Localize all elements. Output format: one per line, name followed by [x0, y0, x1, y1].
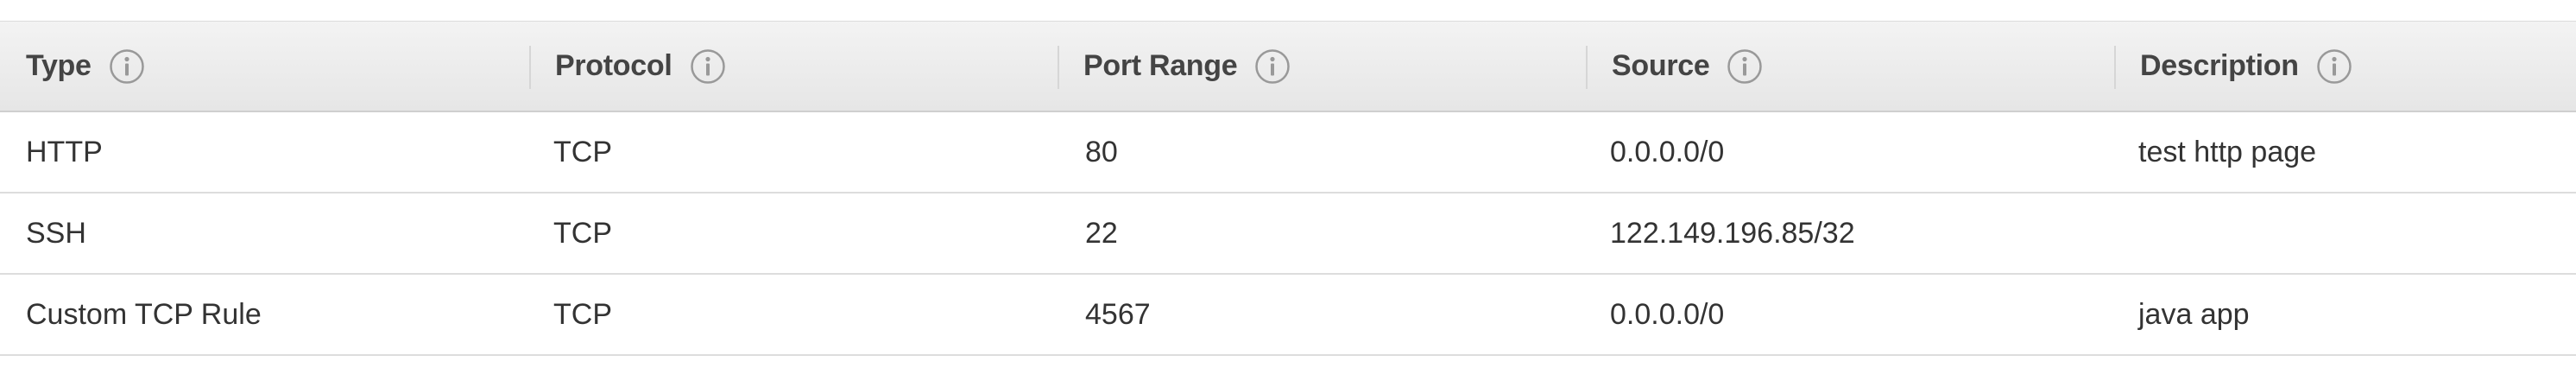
info-icon[interactable] — [690, 48, 726, 85]
info-icon[interactable] — [1727, 48, 1763, 85]
table-row[interactable]: SSH TCP 22 122.149.196.85/32 — [0, 194, 2576, 275]
cell-source: 122.149.196.85/32 — [1610, 216, 1855, 250]
column-header-label: Protocol — [555, 49, 672, 82]
column-header-source[interactable]: Source — [1586, 22, 2114, 111]
cell-protocol: TCP — [553, 216, 612, 250]
column-header-label: Port Range — [1083, 49, 1238, 82]
cell-description: java app — [2138, 297, 2250, 331]
column-header-type[interactable]: Type — [0, 22, 529, 111]
table-row[interactable]: Custom TCP Rule TCP 4567 0.0.0.0/0 java … — [0, 275, 2576, 356]
column-header-label: Source — [1612, 49, 1710, 82]
cell-type: Custom TCP Rule — [26, 297, 262, 331]
column-header-description[interactable]: Description — [2114, 22, 2576, 111]
cell-type: HTTP — [26, 135, 103, 168]
cell-type: SSH — [26, 216, 86, 250]
table-header: Type Protocol Port Range Source Descript… — [0, 21, 2576, 112]
cell-description: test http page — [2138, 135, 2317, 168]
column-header-label: Description — [2140, 49, 2299, 82]
cell-source: 0.0.0.0/0 — [1610, 297, 1725, 331]
info-icon[interactable] — [1254, 48, 1291, 85]
cell-source: 0.0.0.0/0 — [1610, 135, 1725, 168]
cell-port-range: 22 — [1085, 216, 1118, 250]
cell-port-range: 80 — [1085, 135, 1118, 168]
info-icon[interactable] — [2316, 48, 2352, 85]
cell-protocol: TCP — [553, 135, 612, 168]
cell-protocol: TCP — [553, 297, 612, 331]
cell-port-range: 4567 — [1085, 297, 1151, 331]
info-icon[interactable] — [109, 48, 145, 85]
column-header-protocol[interactable]: Protocol — [529, 22, 1058, 111]
column-header-label: Type — [26, 49, 92, 82]
security-group-rules-table: Type Protocol Port Range Source Descript… — [0, 21, 2576, 356]
table-row[interactable]: HTTP TCP 80 0.0.0.0/0 test http page — [0, 112, 2576, 194]
column-header-port-range[interactable]: Port Range — [1058, 22, 1586, 111]
